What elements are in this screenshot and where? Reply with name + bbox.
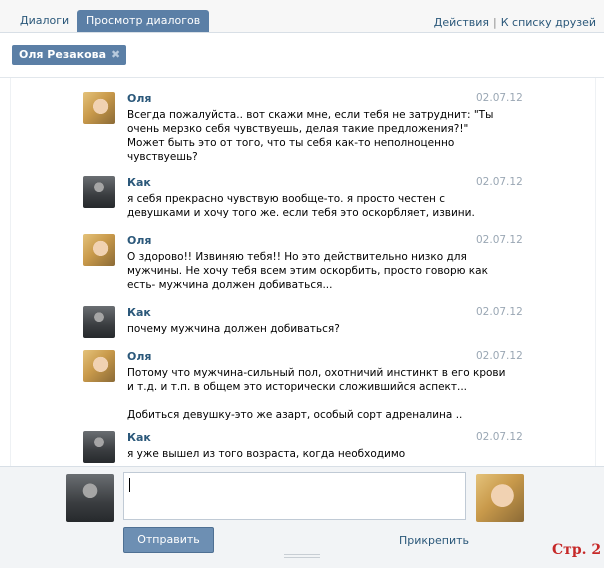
message-date: 02.07.12 xyxy=(476,92,523,104)
friends-list-link[interactable]: К списку друзей xyxy=(501,16,596,29)
tab-dialogs[interactable]: Диалоги xyxy=(12,10,77,32)
message-text-line: Потому что мужчина-сильный пол, охотничи… xyxy=(127,367,506,379)
message-date: 02.07.12 xyxy=(476,306,523,318)
header-links: Действия | К списку друзей xyxy=(434,16,596,29)
message-date: 02.07.12 xyxy=(476,234,523,246)
tab-bar: Диалоги Просмотр диалогов Действия | К спи… xyxy=(0,0,604,33)
avatar-kak[interactable] xyxy=(83,431,115,463)
my-avatar[interactable] xyxy=(66,474,114,522)
recipient-name: Оля Резакова xyxy=(19,48,107,61)
message-date: 02.07.12 xyxy=(476,350,523,362)
recipient-avatar[interactable] xyxy=(476,474,524,522)
avatar-olya[interactable] xyxy=(83,350,115,382)
dialog-history[interactable]: Оля 02.07.12 Всегда пожалуйста.. вот скажи… xyxy=(10,78,596,466)
message-text-line: чувствуешь? xyxy=(127,151,198,163)
text-caret xyxy=(129,478,130,492)
message-text-line: очень мерзко себя чувствуешь, делая таки… xyxy=(127,123,469,135)
message-author[interactable]: Оля xyxy=(127,350,151,363)
message-text-line: я уже вышел из того возраста, когда необ… xyxy=(127,448,406,460)
message-text-line: О здорово!! Извиняю тебя!! Но это действ… xyxy=(127,251,467,263)
message-text-line: я себя прекрасно чувствую вообще-то. я п… xyxy=(127,193,446,205)
message-text-line: Может быть это от того, что ты себя как-… xyxy=(127,137,455,149)
message-text-line: есть- мужчина должен добиваться... xyxy=(127,279,333,291)
message-author[interactable]: Как xyxy=(127,306,151,319)
message-author[interactable]: Как xyxy=(127,176,151,189)
avatar-olya[interactable] xyxy=(83,234,115,266)
link-separator: | xyxy=(493,16,497,29)
attach-link[interactable]: Прикрепить xyxy=(399,534,469,547)
message-text-line: Всегда пожалуйста.. вот скажи мне, если … xyxy=(127,109,494,121)
message-text-line: Добиться девушку-это же азарт, особый со… xyxy=(127,409,463,421)
avatar-olya[interactable] xyxy=(83,92,115,124)
page-mark: Стр. 2 xyxy=(552,542,602,558)
message-date: 02.07.12 xyxy=(476,431,523,443)
send-button[interactable]: Отправить xyxy=(123,527,214,553)
message-author[interactable]: Как xyxy=(127,431,151,444)
message-input[interactable] xyxy=(123,472,466,520)
message-text-line: и т.д. и т.п. в общем это исторически сл… xyxy=(127,381,468,393)
actions-link[interactable]: Действия xyxy=(434,16,489,29)
close-icon[interactable]: ✖ xyxy=(111,45,120,65)
message-text-line: мужчины. Не хочу тебя всем этим оскорбит… xyxy=(127,265,488,277)
message-author[interactable]: Оля xyxy=(127,234,151,247)
message-author[interactable]: Оля xyxy=(127,92,151,105)
avatar-kak[interactable] xyxy=(83,176,115,208)
tab-view-dialogs[interactable]: Просмотр диалогов xyxy=(77,10,210,32)
message-date: 02.07.12 xyxy=(476,176,523,188)
avatar-kak[interactable] xyxy=(83,306,115,338)
resize-handle[interactable] xyxy=(284,554,320,560)
recipient-chip[interactable]: Оля Резакова ✖ xyxy=(12,45,127,65)
message-text-line: почему мужчина должен добиваться? xyxy=(127,323,340,335)
recipient-strip: Оля Резакова ✖ xyxy=(0,33,604,78)
message-text-line: девушками и хочу того же. если тебя это … xyxy=(127,207,475,219)
